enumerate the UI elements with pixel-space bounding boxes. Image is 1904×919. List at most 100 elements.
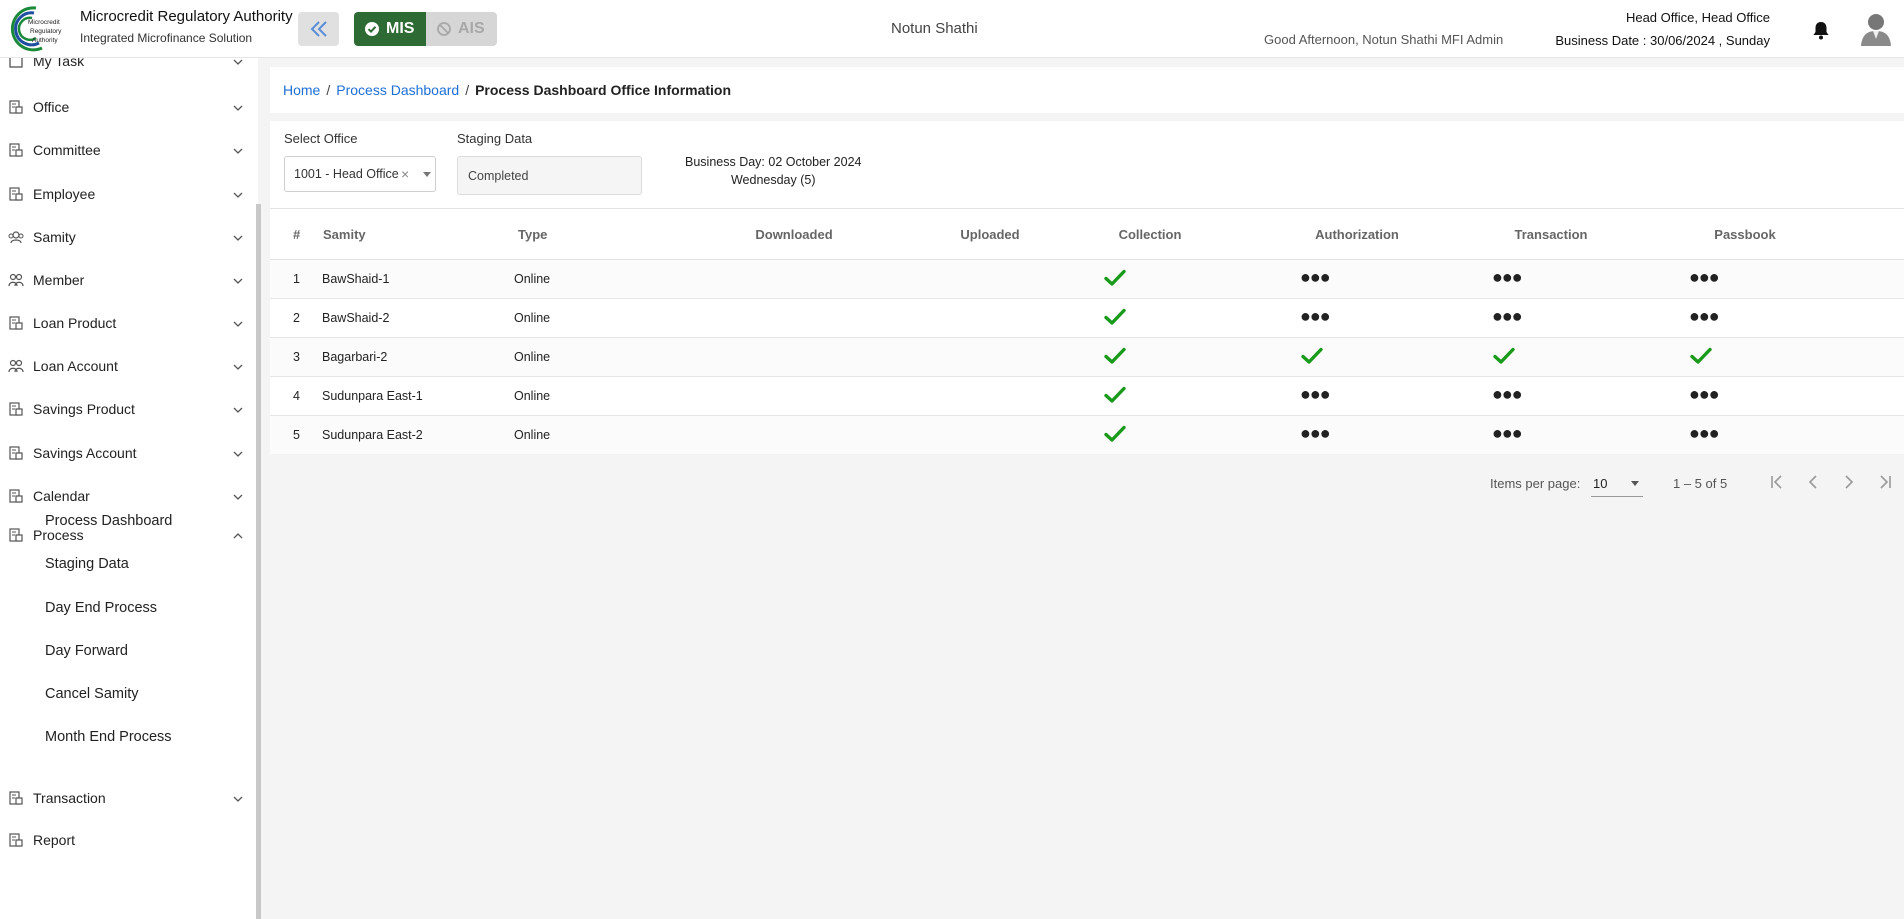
sidebar-item-samity[interactable]: Samity xyxy=(0,222,256,252)
sidebar-item-label: My Task xyxy=(33,58,85,69)
items-per-page-value: 10 xyxy=(1593,476,1608,491)
sidebar-item-loan-account[interactable]: Loan Account xyxy=(0,351,256,381)
sidebar-item-member[interactable]: Member xyxy=(0,265,256,295)
column-header-passbook: Passbook xyxy=(1714,227,1776,242)
transaction-pending-icon[interactable]: ●●● xyxy=(1492,424,1523,442)
sidebar-item-savings-product[interactable]: Savings Product xyxy=(0,394,256,424)
ais-label: AIS xyxy=(458,20,485,37)
brand-block: Microcredit Regulatory Authority Integra… xyxy=(80,8,293,45)
passbook-pending-icon[interactable]: ●●● xyxy=(1689,385,1720,403)
sidebar-item-label: Committee xyxy=(33,142,101,158)
table-row: 1 BawShaid-1 Online ●●● ●●● ●●● xyxy=(270,260,1904,299)
building-icon xyxy=(8,142,24,158)
building-icon xyxy=(8,445,24,461)
chevron-down-icon xyxy=(232,360,244,372)
paginator: Items per page: 10 1 – 5 of 5 xyxy=(270,454,1904,514)
sidebar-subitem-day-forward[interactable]: Day Forward xyxy=(45,643,128,659)
authorization-pending-icon[interactable]: ●●● xyxy=(1300,424,1331,442)
samity-type: Online xyxy=(514,428,551,442)
samity-name: Sudunpara East-2 xyxy=(322,428,423,442)
sidebar-item-label: Calendar xyxy=(33,488,90,504)
building-icon xyxy=(8,790,24,806)
row-number: 5 xyxy=(293,428,300,442)
sidebar-subitem-staging-data[interactable]: Staging Data xyxy=(45,556,129,572)
sidebar-item-office[interactable]: Office xyxy=(0,92,256,122)
last-page-button[interactable] xyxy=(1874,471,1896,493)
authorization-pending-icon[interactable]: ●●● xyxy=(1300,307,1331,325)
user-avatar-icon[interactable] xyxy=(1860,12,1892,51)
authorization-check-icon xyxy=(1301,347,1323,365)
sidebar-item-my-task[interactable]: My Task xyxy=(0,58,256,76)
column-header-uploaded: Uploaded xyxy=(960,227,1020,242)
mis-button[interactable]: MIS xyxy=(354,12,426,46)
current-office: Head Office, Head Office xyxy=(1625,10,1770,25)
passbook-pending-icon[interactable]: ●●● xyxy=(1689,424,1720,442)
authorization-pending-icon[interactable]: ●●● xyxy=(1300,268,1331,286)
collection-check-icon xyxy=(1104,308,1126,326)
next-page-button[interactable] xyxy=(1838,471,1860,493)
first-page-icon xyxy=(1771,475,1782,489)
collection-check-icon xyxy=(1104,386,1126,404)
building-icon xyxy=(8,99,24,115)
sidebar-item-employee[interactable]: Employee xyxy=(0,179,256,209)
sidebar-item-report[interactable]: Report xyxy=(0,825,256,855)
chevron-down-icon xyxy=(232,101,244,113)
sidebar-subitem-month-end-process[interactable]: Month End Process xyxy=(45,729,172,745)
building-icon xyxy=(8,527,24,543)
sidebar-item-transaction[interactable]: Transaction xyxy=(0,783,256,813)
greeting-text: Good Afternoon, Notun Shathi MFI Admin xyxy=(1264,32,1504,47)
dropdown-arrow-icon[interactable] xyxy=(423,172,431,177)
breadcrumb-separator: / xyxy=(465,82,470,98)
previous-page-button[interactable] xyxy=(1802,471,1824,493)
sidebar-subitem-process-dashboard[interactable]: Process Dashboard xyxy=(45,513,172,529)
passbook-pending-icon[interactable]: ●●● xyxy=(1689,307,1720,325)
office-select[interactable]: 1001 - Head Office × xyxy=(284,156,436,192)
clear-icon[interactable]: × xyxy=(401,166,409,182)
double-chevron-left-icon xyxy=(310,21,327,37)
svg-text:Authority: Authority xyxy=(32,37,58,44)
passbook-pending-icon[interactable]: ●●● xyxy=(1689,268,1720,286)
breadcrumb-home-link[interactable]: Home xyxy=(283,82,320,98)
staging-data-label: Staging Data xyxy=(457,131,533,146)
sidebar-item-label: Samity xyxy=(33,229,76,245)
notification-bell-icon[interactable] xyxy=(1812,20,1830,45)
sidebar-item-label: Savings Account xyxy=(33,445,137,461)
first-page-button[interactable] xyxy=(1766,471,1788,493)
column-header-downloaded: Downloaded xyxy=(755,227,833,242)
chevron-down-icon xyxy=(232,144,244,156)
samity-name: Bagarbari-2 xyxy=(322,350,388,364)
chevron-down-icon xyxy=(232,274,244,286)
select-office-label: Select Office xyxy=(284,131,358,146)
mis-label: MIS xyxy=(386,20,415,37)
transaction-pending-icon[interactable]: ●●● xyxy=(1492,385,1523,403)
brand-subtitle: Integrated Microfinance Solution xyxy=(80,31,253,45)
transaction-pending-icon[interactable]: ●●● xyxy=(1492,268,1523,286)
sidebar-item-calendar[interactable]: Calendar xyxy=(0,481,256,511)
ais-button[interactable]: AIS xyxy=(426,12,497,46)
table-row: 3 Bagarbari-2 Online xyxy=(270,338,1904,377)
chevron-down-icon xyxy=(232,58,244,67)
items-per-page-select[interactable]: 10 xyxy=(1591,469,1643,497)
chevron-down-icon xyxy=(232,447,244,459)
mra-logo: Microcredit Regulatory Authority xyxy=(6,4,70,52)
transaction-pending-icon[interactable]: ●●● xyxy=(1492,307,1523,325)
group-icon xyxy=(8,229,24,245)
column-header-type: Type xyxy=(518,227,548,242)
sidebar-item-loan-product[interactable]: Loan Product xyxy=(0,308,256,338)
office-select-value: 1001 - Head Office xyxy=(294,167,399,181)
sidebar-item-label: Office xyxy=(33,99,70,115)
sidebar-item-label: Savings Product xyxy=(33,401,135,417)
sidebar-item-committee[interactable]: Committee xyxy=(0,135,256,165)
sidebar-item-savings-account[interactable]: Savings Account xyxy=(0,438,256,468)
samity-name: BawShaid-1 xyxy=(322,272,390,286)
breadcrumb-process-dashboard-link[interactable]: Process Dashboard xyxy=(336,82,459,98)
table-body: 1 BawShaid-1 Online ●●● ●●● ●●● 2 BawShaid-2 Onl… xyxy=(270,260,1904,455)
collection-check-icon xyxy=(1104,269,1126,287)
authorization-pending-icon[interactable]: ●●● xyxy=(1300,385,1331,403)
office-info: Head Office, Head Office Business Date :… xyxy=(1555,10,1770,48)
sidebar-subitem-day-end-process[interactable]: Day End Process xyxy=(45,600,157,616)
sidebar-subitem-cancel-samity[interactable]: Cancel Samity xyxy=(45,686,138,702)
breadcrumb: Home / Process Dashboard / Process Dashb… xyxy=(270,67,1904,113)
collapse-sidebar-button[interactable] xyxy=(298,12,339,46)
sidebar-scrollbar[interactable] xyxy=(256,204,261,919)
